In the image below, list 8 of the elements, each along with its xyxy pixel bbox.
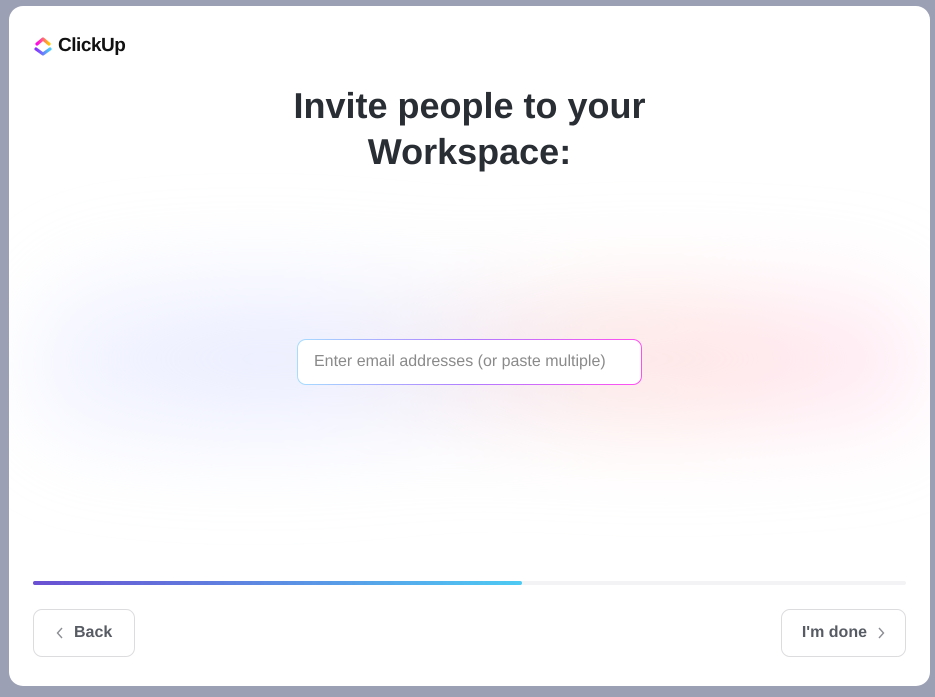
chevron-left-icon [56, 627, 64, 639]
page-heading: Invite people to your Workspace: [292, 84, 647, 174]
chevron-right-icon [877, 627, 885, 639]
logo-text: ClickUp [58, 34, 126, 58]
logo-icon [34, 36, 52, 56]
email-field[interactable]: Enter email addresses (or paste multiple) [297, 338, 642, 384]
back-button[interactable]: Back [33, 609, 136, 657]
done-button[interactable]: I'm done [780, 609, 906, 657]
